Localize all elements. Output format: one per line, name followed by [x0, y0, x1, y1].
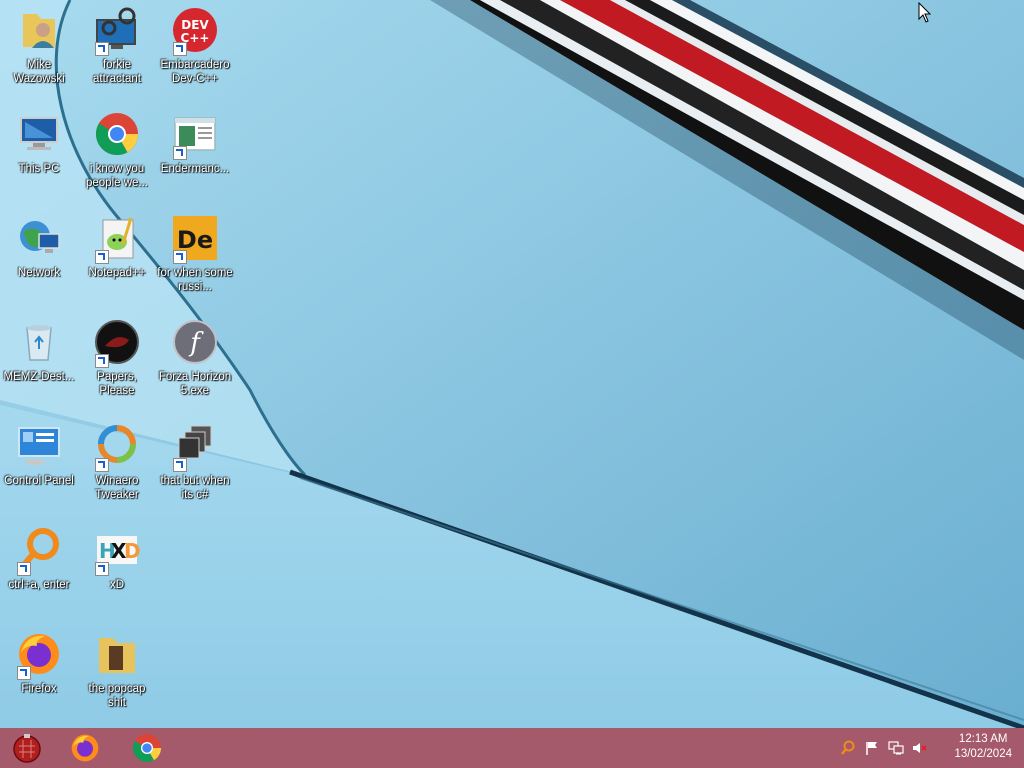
desktop-icon-memz-dest[interactable]: MEMZ-Dest... [0, 314, 78, 384]
icon-label: i know you people we... [85, 163, 148, 189]
icon-label: Embarcadero Dev-C++ [160, 59, 230, 85]
icon-label: xD [109, 579, 125, 591]
icon-label: Papers, Please [97, 371, 137, 397]
start-orb-icon [13, 734, 41, 763]
folder-icon [99, 638, 135, 673]
chrome-icon [132, 734, 161, 763]
clock-time: 12:13 AM [958, 733, 1008, 745]
desktop-icon-network[interactable]: Network [0, 210, 78, 280]
icon-label: Firefox [21, 683, 57, 695]
desktop-icon-for-when-some-russi[interactable]: De for when some russi... [156, 210, 234, 294]
icon-label: that but when its c# [160, 475, 230, 501]
firefox-icon [71, 734, 99, 762]
network-tray-icon[interactable] [888, 740, 904, 756]
desktop-icon-winaero-tweaker[interactable]: Winaero Tweaker [78, 418, 156, 502]
system-tray: 12:13 AM 13/02/2024 [834, 728, 1024, 768]
icon-label: the popcap shit [88, 683, 146, 709]
recycle-bin-icon [26, 325, 52, 361]
start-button[interactable] [2, 728, 52, 768]
desktop-icon-that-but-when-its-csharp[interactable]: that but when its c# [156, 418, 234, 502]
shortcut-arrow-icon [95, 250, 109, 264]
magnifier-tray-icon[interactable] [840, 740, 856, 756]
shortcut-arrow-icon [173, 146, 187, 160]
desktop-icon-firefox[interactable]: Firefox [0, 626, 78, 696]
taskbar: 12:13 AM 13/02/2024 [0, 728, 1024, 768]
shortcut-arrow-icon [95, 354, 109, 368]
user-folder-icon [23, 14, 55, 48]
flash-icon: f [173, 320, 217, 364]
icon-label: Notepad++ [88, 267, 146, 279]
flag-icon[interactable] [864, 740, 880, 756]
clock-date: 13/02/2024 [954, 748, 1012, 760]
desktop-icon-notepadpp[interactable]: Notepad++ [78, 210, 156, 280]
chrome-icon [95, 113, 138, 156]
desktop[interactable]: Mike Wazowski This PC Network MEMZ-Dest.… [0, 0, 1024, 728]
desktop-icon-forza-horizon[interactable]: f Forza Horizon 5.exe [156, 314, 234, 398]
desktop-icon-endermanc[interactable]: Endermanc... [156, 106, 234, 176]
icon-label: Control Panel [4, 475, 74, 487]
icon-label: Network [17, 267, 61, 279]
shortcut-arrow-icon [173, 42, 187, 56]
desktop-icon-xd[interactable]: HXD xD [78, 522, 156, 592]
desktop-icon-chrome[interactable]: i know you people we... [78, 106, 156, 190]
network-icon [20, 221, 60, 253]
svg-text:DEV: DEV [181, 18, 209, 32]
mouse-cursor-icon [918, 2, 932, 23]
desktop-icon-papers-please[interactable]: Papers, Please [78, 314, 156, 398]
shortcut-arrow-icon [173, 458, 187, 472]
desktop-icon-control-panel[interactable]: Control Panel [0, 418, 78, 488]
icon-label: ctrl+a, enter [8, 579, 70, 591]
shortcut-arrow-icon [173, 250, 187, 264]
shortcut-arrow-icon [95, 562, 109, 576]
desktop-icon-ctrl-a-enter[interactable]: ctrl+a, enter [0, 522, 78, 592]
shortcut-arrow-icon [17, 666, 31, 680]
svg-text:D: D [124, 539, 141, 563]
shortcut-arrow-icon [17, 562, 31, 576]
desktop-icon-embarcadero-devcpp[interactable]: DEV C++ Embarcadero Dev-C++ [156, 2, 234, 86]
desktop-icon-forkie-attractant[interactable]: forkie attractant [78, 2, 156, 86]
icon-label: Endermanc... [160, 163, 230, 175]
desktop-icon-mike-wazowski[interactable]: Mike Wazowski [0, 2, 78, 86]
shortcut-arrow-icon [95, 458, 109, 472]
desktop-icon-this-pc[interactable]: This PC [0, 106, 78, 176]
shortcut-arrow-icon [95, 42, 109, 56]
icon-label: for when some russi... [157, 267, 233, 293]
icon-label: Winaero Tweaker [95, 475, 139, 501]
volume-muted-icon[interactable] [912, 740, 928, 756]
icon-label: Mike Wazowski [13, 59, 65, 85]
desktop-icon-the-popcap-shit[interactable]: the popcap shit [78, 626, 156, 710]
icon-label: MEMZ-Dest... [3, 371, 75, 383]
taskbar-pinned-chrome[interactable] [122, 728, 172, 768]
clock[interactable]: 12:13 AM 13/02/2024 [954, 732, 1012, 762]
icon-label: This PC [18, 163, 60, 175]
taskbar-pinned-firefox[interactable] [60, 728, 110, 768]
this-pc-icon [20, 117, 58, 150]
control-panel-icon [18, 427, 60, 465]
icon-label: forkie attractant [93, 59, 141, 85]
icon-label: Forza Horizon 5.exe [158, 371, 232, 397]
